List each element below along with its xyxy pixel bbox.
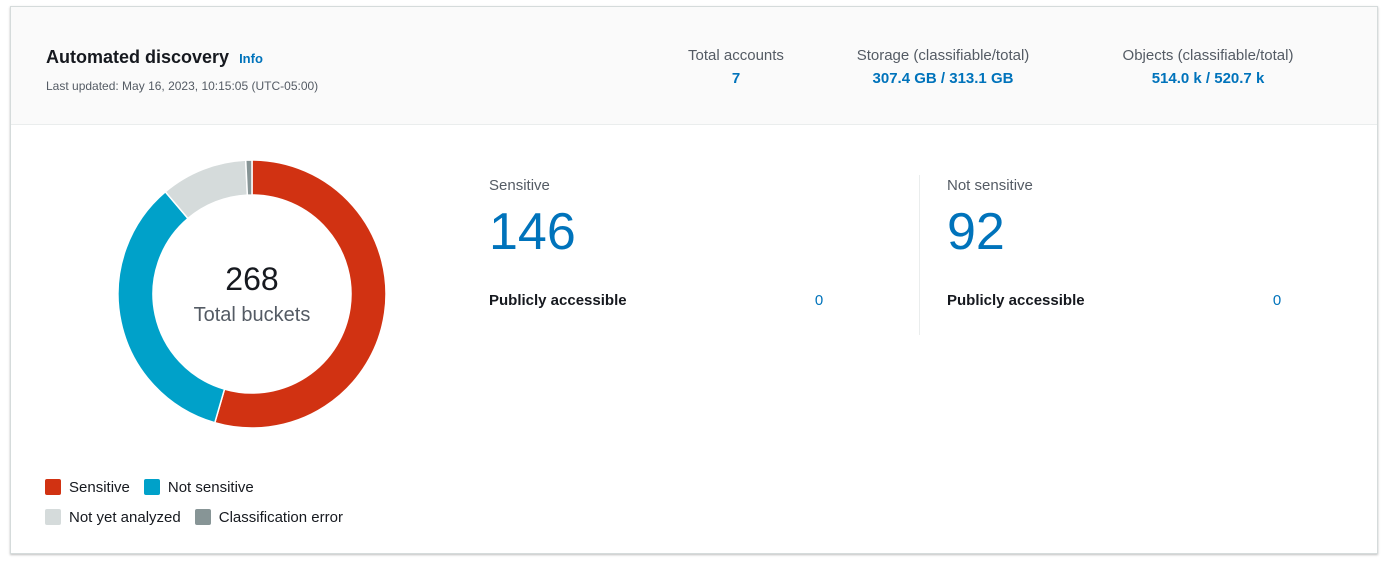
not-sensitive-label: Not sensitive — [947, 177, 1033, 194]
storage-value[interactable]: 307.4 GB / 313.1 GB — [823, 70, 1063, 87]
card-title: Automated discovery — [46, 47, 230, 67]
legend-row: Not yet analyzed Classification error — [45, 505, 357, 529]
legend-label-sensitive: Sensitive — [69, 478, 130, 496]
legend-label-not-yet-analyzed: Not yet analyzed — [69, 508, 181, 526]
not-sensitive-swatch — [143, 479, 160, 495]
not-sensitive-count: 92 — [947, 203, 1005, 261]
donut-center: 268 Total buckets — [117, 159, 387, 429]
legend-item-classification-error: Classification error — [194, 508, 343, 526]
classification-error-swatch — [194, 509, 211, 525]
sensitive-label: Sensitive — [489, 177, 550, 194]
legend-row: Sensitive Not sensitive — [45, 475, 357, 499]
storage-label: Storage (classifiable/total) — [856, 47, 1030, 64]
legend-item-sensitive: Sensitive — [45, 479, 130, 496]
sensitive-publicly-accessible-row: Publicly accessible 0 — [489, 292, 829, 309]
title-row: Automated discovery Info — [46, 47, 263, 68]
sensitive-count: 146 — [489, 203, 576, 261]
not-sensitive-publicly-accessible-row: Publicly accessible 0 — [947, 292, 1287, 309]
total-accounts-label: Total accounts — [688, 47, 784, 64]
metric-divider — [919, 175, 920, 335]
sensitive-metric: Sensitive 146 Publicly accessible 0 — [489, 177, 829, 309]
not-sensitive-metric: Not sensitive 92 Publicly accessible 0 — [947, 177, 1287, 309]
legend-item-not-sensitive: Not sensitive — [143, 478, 254, 496]
objects-value[interactable]: 514.0 k / 520.7 k — [1083, 70, 1333, 87]
last-updated-text: Last updated: May 16, 2023, 10:15:05 (UT… — [46, 79, 319, 93]
info-link[interactable]: Info — [239, 51, 263, 66]
card-header: Automated discovery Info Last updated: M… — [11, 7, 1377, 125]
not-yet-analyzed-swatch — [45, 509, 61, 525]
sensitive-swatch — [45, 479, 61, 495]
total-buckets-value: 268 — [225, 261, 279, 297]
publicly-accessible-label: Publicly accessible — [947, 292, 1085, 309]
publicly-accessible-value[interactable]: 0 — [1267, 292, 1287, 309]
legend-label-classification-error: Classification error — [218, 508, 343, 526]
objects-stat: Objects (classifiable/total) 514.0 k / 5… — [1083, 47, 1333, 87]
publicly-accessible-value[interactable]: 0 — [809, 292, 829, 309]
storage-stat: Storage (classifiable/total) 307.4 GB / … — [823, 47, 1063, 87]
total-buckets-donut-chart: 268 Total buckets — [117, 159, 387, 429]
legend-item-not-yet-analyzed: Not yet analyzed — [45, 509, 181, 526]
chart-legend: Sensitive Not sensitive Not yet analyzed… — [45, 475, 357, 535]
objects-label: Objects (classifiable/total) — [1122, 47, 1294, 64]
total-accounts-stat: Total accounts 7 — [671, 47, 801, 87]
legend-label-not-sensitive: Not sensitive — [167, 478, 254, 496]
automated-discovery-card: Automated discovery Info Last updated: M… — [10, 6, 1378, 554]
total-buckets-label: Total buckets — [193, 304, 311, 326]
publicly-accessible-label: Publicly accessible — [489, 292, 627, 309]
total-accounts-value[interactable]: 7 — [671, 70, 801, 87]
